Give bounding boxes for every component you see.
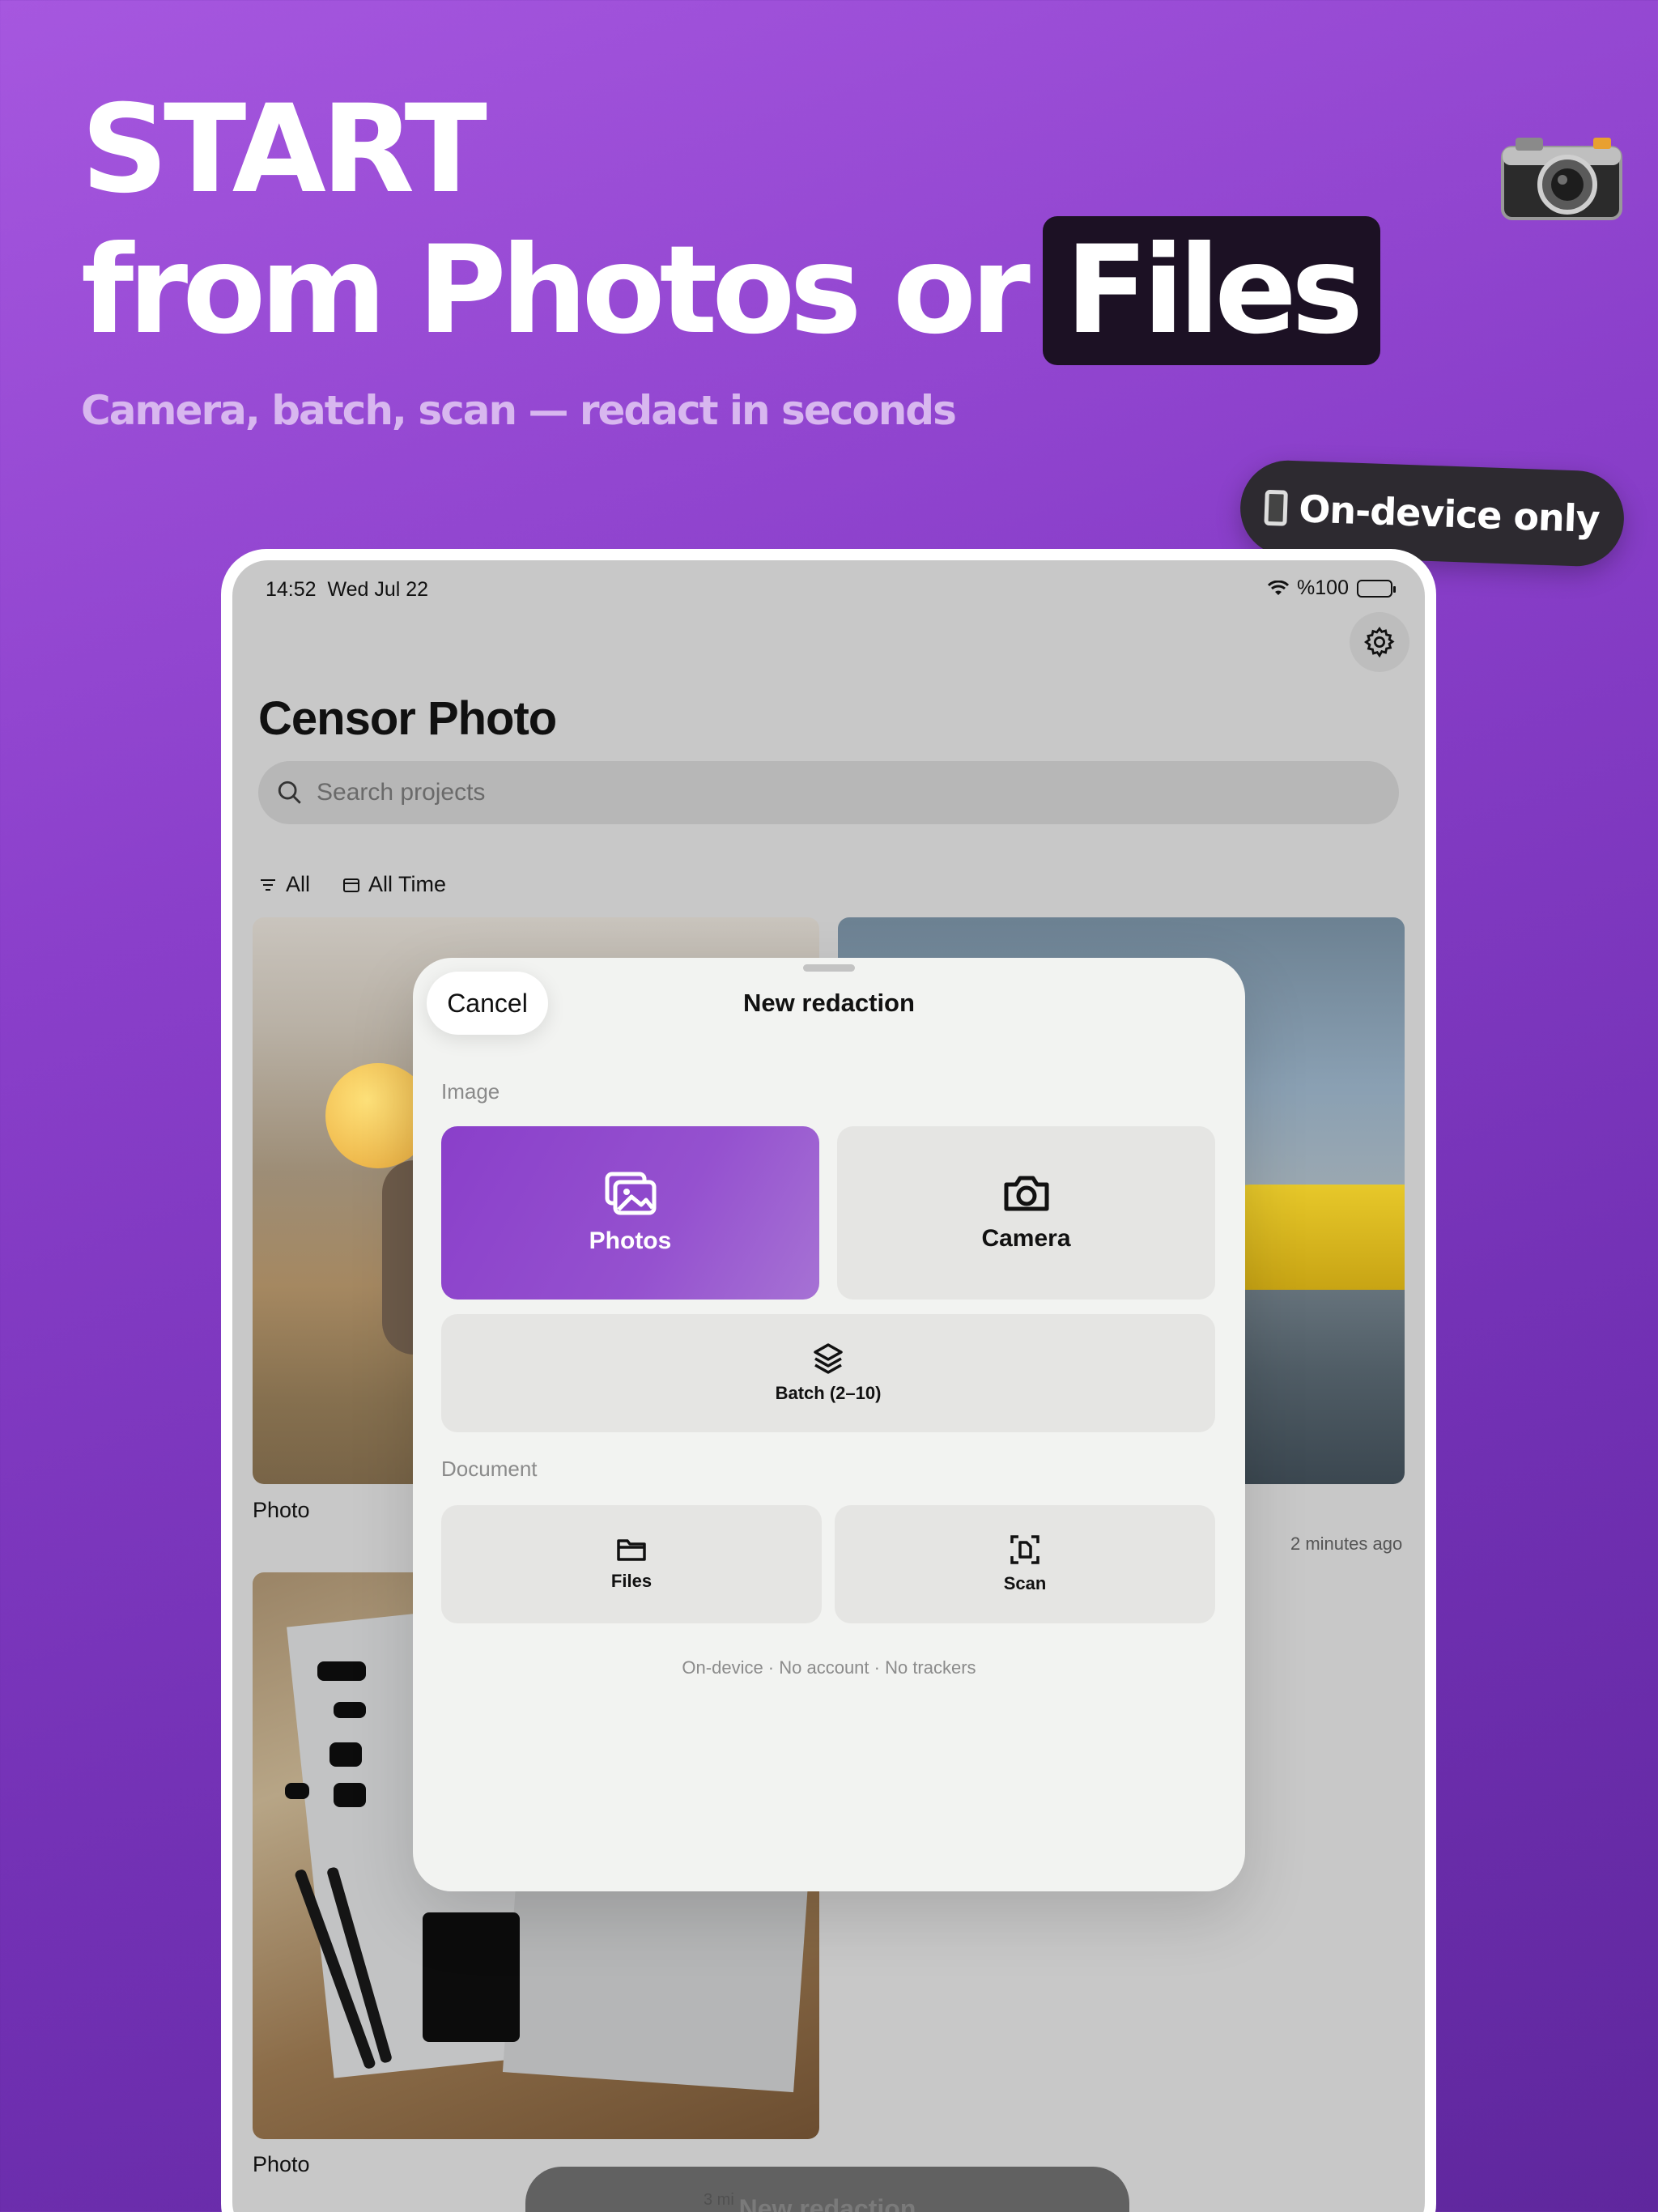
project-label: Photo [253, 2152, 310, 2176]
headline-line1: START [81, 79, 487, 220]
scan-icon [1010, 1535, 1039, 1564]
redaction-blot [423, 1912, 520, 2042]
search-bar[interactable] [258, 761, 1399, 824]
redaction-blot [329, 1742, 362, 1767]
headline-line2-text: from Photos or [81, 220, 1031, 361]
filter-time-label: All Time [368, 872, 447, 896]
filter-type-label: All [286, 872, 311, 896]
batch-option-label: Batch (2–10) [775, 1383, 882, 1403]
promo-headline: START from Photos or Files [81, 77, 1381, 365]
status-date-text: Wed Jul 22 [327, 578, 429, 601]
headline-highlight-text: Files [1065, 220, 1363, 361]
app-title: Censor Photo [258, 692, 557, 745]
headline-line2: from Photos or Files [81, 216, 1381, 365]
calendar-icon [343, 878, 360, 892]
files-option-label: Files [610, 1571, 653, 1591]
headline-highlight: Files [1042, 216, 1381, 365]
folder-icon [617, 1539, 646, 1561]
camera-option-button[interactable]: Camera [837, 1126, 1215, 1300]
camera-option-label: Camera [981, 1225, 1071, 1252]
redaction-blot [334, 1783, 366, 1807]
gear-icon [1363, 626, 1395, 658]
files-option-button[interactable]: Files [441, 1505, 822, 1623]
camera-icon [1004, 1176, 1048, 1211]
project-time: 2 minutes ago [1290, 1534, 1403, 1554]
promo-subheadline: Camera, batch, scan — redact in seconds [81, 387, 957, 434]
batch-option-button[interactable]: Batch (2–10) [441, 1314, 1215, 1432]
status-time: 14:52 Wed Jul 22 [266, 578, 428, 602]
redaction-blot [317, 1661, 366, 1681]
photos-option-label: Photos [589, 1227, 672, 1254]
document-section-label: Document [441, 1457, 538, 1481]
status-bar: 14:52 Wed Jul 22 %100 [232, 560, 1425, 606]
layers-icon [814, 1343, 843, 1374]
status-right: %100 [1268, 576, 1396, 600]
camera-emoji-icon [1498, 130, 1627, 227]
battery-percent: %100 [1297, 576, 1349, 599]
badge-label: On-device only [1298, 487, 1601, 542]
battery-icon [1357, 579, 1396, 598]
filter-type-button[interactable]: All [258, 872, 310, 897]
search-icon [278, 781, 301, 804]
filter-icon [261, 878, 275, 891]
new-redaction-bar-label: New redaction [738, 2194, 916, 2212]
settings-button[interactable] [1350, 612, 1409, 672]
status-time-text: 14:52 [266, 578, 317, 601]
filter-time-button[interactable]: All Time [342, 872, 446, 897]
project-label: Photo [253, 1498, 310, 1522]
redaction-blot [334, 1702, 366, 1718]
sheet-grabber[interactable] [803, 964, 855, 972]
search-input[interactable] [317, 779, 1288, 806]
new-redaction-bar[interactable]: 3 mi New redaction [525, 2167, 1129, 2212]
photo-content [1218, 1185, 1405, 1290]
sheet-title: New redaction [743, 989, 915, 1017]
filter-row: All All Time [258, 872, 446, 897]
photos-icon [605, 1172, 656, 1215]
wifi-icon [1268, 580, 1290, 595]
scan-option-button[interactable]: Scan [835, 1505, 1215, 1623]
project-time: 3 mi [704, 2191, 734, 2209]
photos-option-button[interactable]: Photos [441, 1126, 819, 1300]
redaction-blot [285, 1783, 309, 1799]
image-section-label: Image [441, 1079, 500, 1104]
new-redaction-sheet: Cancel New redaction Image Photos Camera… [413, 958, 1245, 1891]
privacy-footnote: On-device · No account · No trackers [682, 1657, 976, 1678]
phone-icon [1264, 489, 1289, 526]
scan-option-label: Scan [1003, 1573, 1047, 1593]
